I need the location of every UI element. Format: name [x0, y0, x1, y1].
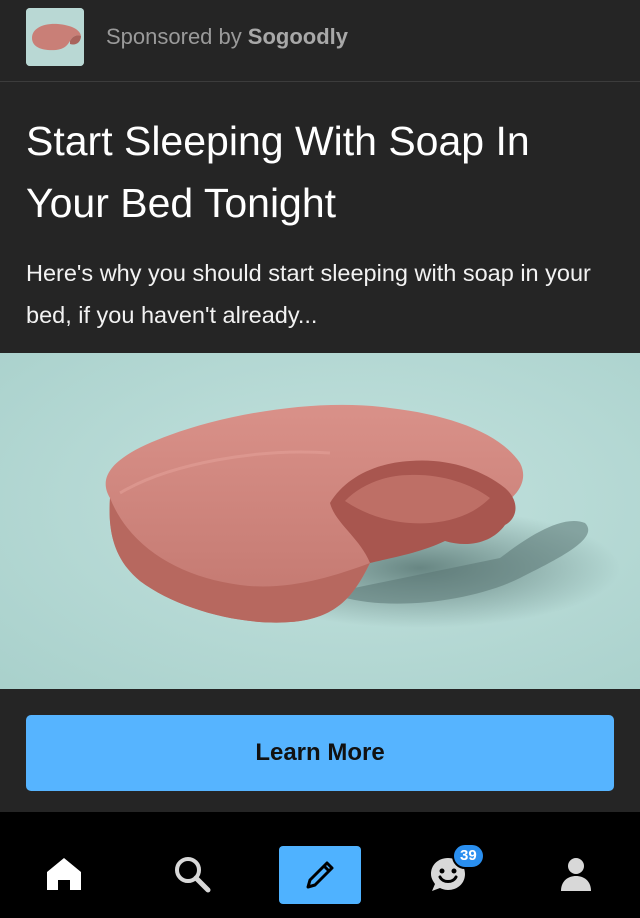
- ad-headline[interactable]: Start Sleeping With Soap In Your Bed Ton…: [26, 110, 616, 234]
- soap-thumbnail-icon: [26, 8, 84, 66]
- learn-more-button[interactable]: Learn More: [26, 715, 614, 791]
- ad-hero-image[interactable]: [0, 353, 640, 689]
- ad-description: Here's why you should start sleeping wit…: [26, 260, 591, 328]
- bottom-tab-bar: [0, 832, 640, 918]
- home-icon: [47, 858, 81, 890]
- sponsor-header: Sponsored by Sogoodly: [0, 0, 640, 82]
- tab-home[interactable]: [34, 846, 94, 902]
- sponsored-post-card: Sponsored by Sogoodly Start Sleeping With…: [0, 0, 640, 812]
- soap-bar-image: [0, 353, 640, 689]
- sponsor-prefix: Sponsored by: [106, 24, 242, 49]
- notification-badge: 39: [452, 843, 485, 869]
- sponsor-avatar[interactable]: [26, 8, 84, 66]
- pencil-icon: [306, 861, 334, 889]
- compose-button[interactable]: [279, 846, 361, 904]
- person-icon: [561, 858, 591, 891]
- sponsor-line: Sponsored by Sogoodly: [106, 24, 348, 50]
- search-icon: [175, 857, 211, 893]
- tab-search[interactable]: [162, 846, 222, 902]
- sponsor-name-link[interactable]: Sogoodly: [248, 24, 348, 49]
- tab-account[interactable]: [546, 846, 606, 902]
